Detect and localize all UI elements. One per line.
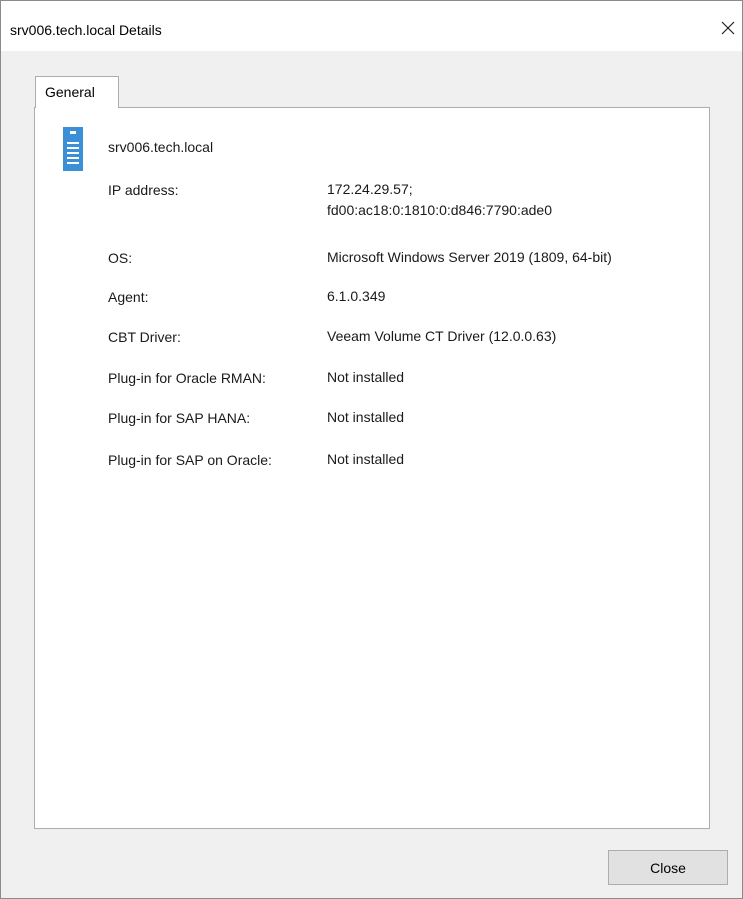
oracle-rman-plugin-value: Not installed [327, 369, 405, 385]
sap-hana-plugin-value: Not installed [327, 409, 405, 425]
server-icon [63, 127, 83, 171]
os-value: Microsoft Windows Server 2019 (1809, 64-… [327, 249, 612, 265]
sap-hana-plugin-label: Plug-in for SAP HANA: [108, 410, 251, 426]
os-label: OS: [108, 250, 133, 266]
server-name: srv006.tech.local [108, 139, 214, 155]
sap-oracle-plugin-label: Plug-in for SAP on Oracle: [108, 452, 272, 468]
cbt-driver-label: CBT Driver: [108, 329, 181, 345]
details-dialog: srv006.tech.local Details General srv006… [0, 0, 743, 899]
tab-general[interactable]: General [35, 76, 119, 108]
cbt-driver-value: Veeam Volume CT Driver (12.0.0.63) [327, 328, 557, 344]
agent-value: 6.1.0.349 [327, 288, 386, 304]
sap-oracle-plugin-value: Not installed [327, 451, 405, 467]
dialog-title: srv006.tech.local Details [10, 22, 162, 38]
title-bar: srv006.tech.local Details [1, 1, 742, 51]
close-icon[interactable] [716, 15, 740, 41]
ip-address-label: IP address: [108, 182, 179, 198]
ip-address-value: 172.24.29.57; [327, 181, 413, 197]
ip-address-value-2: fd00:ac18:0:1810:0:d846:7790:ade0 [327, 202, 552, 218]
tab-general-label: General [45, 84, 95, 100]
close-button[interactable]: Close [608, 850, 728, 885]
agent-label: Agent: [108, 289, 149, 305]
oracle-rman-plugin-label: Plug-in for Oracle RMAN: [108, 370, 266, 386]
